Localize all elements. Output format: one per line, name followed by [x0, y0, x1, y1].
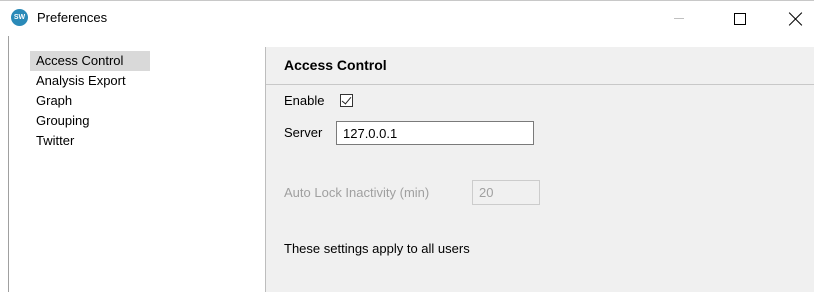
app-logo-icon: SW	[11, 9, 28, 26]
preferences-category-list: Access Control Analysis Export Graph Gro…	[30, 51, 150, 151]
close-icon	[789, 12, 803, 26]
server-input[interactable]	[336, 121, 534, 145]
title-bar: SW Preferences	[0, 0, 814, 36]
sidebar-item-analysis-export[interactable]: Analysis Export	[30, 71, 150, 91]
server-label: Server	[284, 125, 323, 140]
checkmark-icon	[341, 94, 352, 105]
sidebar-item-twitter[interactable]: Twitter	[30, 131, 150, 151]
enable-label: Enable	[284, 93, 325, 108]
settings-note: These settings apply to all users	[284, 241, 470, 256]
settings-panel: Access Control Enable Server Auto Lock I…	[266, 47, 814, 292]
minimize-button[interactable]	[656, 1, 702, 36]
maximize-icon	[734, 12, 746, 25]
sidebar-item-access-control[interactable]: Access Control	[30, 51, 150, 71]
panel-header: Access Control	[266, 47, 814, 85]
auto-lock-label: Auto Lock Inactivity (min)	[284, 185, 430, 200]
sidebar-item-grouping[interactable]: Grouping	[30, 111, 150, 131]
auto-lock-input[interactable]	[472, 180, 540, 205]
minimize-icon	[674, 18, 684, 19]
window-title: Preferences	[37, 10, 108, 25]
window-left-border	[8, 36, 9, 292]
maximize-button[interactable]	[717, 1, 763, 36]
panel-title: Access Control	[284, 57, 387, 73]
sidebar-item-graph[interactable]: Graph	[30, 91, 150, 111]
close-button[interactable]	[773, 1, 814, 36]
enable-checkbox[interactable]	[340, 94, 353, 107]
